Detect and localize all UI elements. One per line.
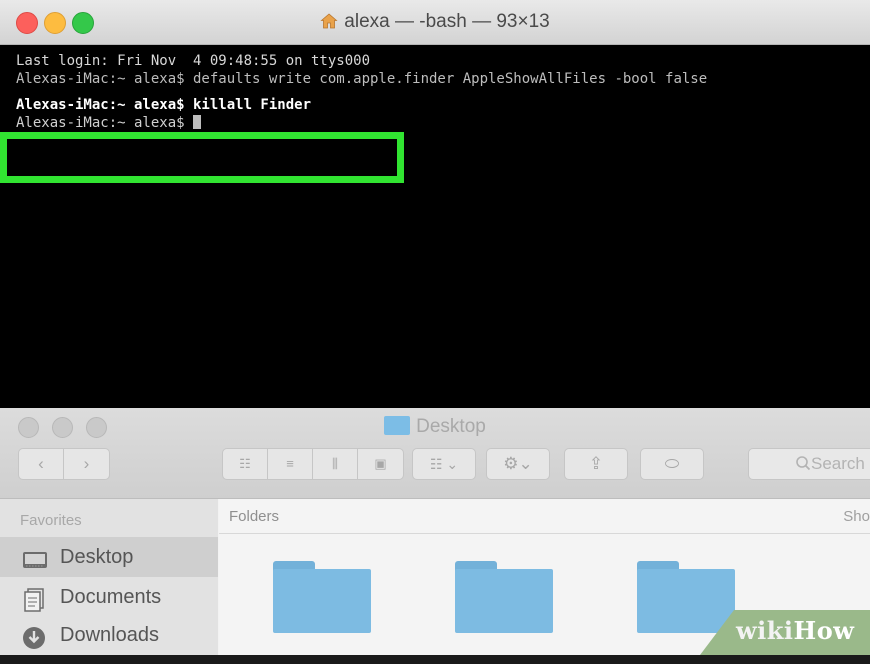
finder-title-text: Desktop: [416, 416, 486, 437]
finder-toolbar: Desktop ‹ › ☷ ≡ ⫼ ▣ ☷ ⌄ ⚙⌄ ⇪ ⬭ Search: [0, 408, 870, 499]
search-icon: [795, 449, 811, 479]
finder-title: Desktop: [0, 416, 870, 438]
columns-icon: ⫼: [332, 456, 338, 471]
terminal-window[interactable]: alexa — -bash — 93×13 Last login: Fri No…: [0, 0, 870, 408]
terminal-line-command: Alexas-iMac:~ alexa$ killall Finder: [16, 97, 312, 113]
sidebar-item-documents[interactable]: Documents: [0, 577, 218, 617]
search-placeholder: Search: [811, 454, 865, 473]
finder-sidebar: Favorites Desktop Documents Downloads: [0, 499, 218, 655]
coverflow-icon: ▣: [374, 456, 387, 471]
highlight-box: [0, 132, 404, 183]
downloads-icon: [22, 624, 48, 649]
terminal-line: Last login: Fri Nov 4 09:48:55 on ttys00…: [16, 53, 371, 69]
search-input[interactable]: Search: [748, 448, 870, 480]
sidebar-item-downloads[interactable]: Downloads: [0, 615, 218, 655]
share-button[interactable]: ⇪: [564, 448, 628, 480]
column-view-button[interactable]: ⫼: [313, 449, 358, 479]
grid-icon: ☷: [239, 456, 251, 471]
terminal-titlebar[interactable]: alexa — -bash — 93×13: [0, 0, 870, 45]
chevron-left-icon: ‹: [38, 454, 44, 473]
terminal-line: Alexas-iMac:~ alexa$ defaults write com.…: [16, 71, 708, 87]
home-icon: [320, 12, 338, 36]
folder-item[interactable]: [637, 561, 735, 633]
text-cursor: [193, 115, 202, 129]
back-forward-buttons: ‹ ›: [18, 448, 110, 480]
icon-view-button[interactable]: ☷: [223, 449, 268, 479]
sidebar-heading: Favorites: [20, 512, 82, 529]
terminal-title-text: alexa — -bash — 93×13: [344, 11, 550, 32]
folder-icon: [384, 416, 411, 435]
arrange-button[interactable]: ☷ ⌄: [412, 448, 476, 480]
share-icon: ⇪: [588, 454, 604, 473]
sidebar-item-desktop[interactable]: Desktop: [0, 537, 218, 577]
terminal-prompt: Alexas-iMac:~ alexa$: [16, 115, 194, 131]
list-view-button[interactable]: ≡: [268, 449, 313, 479]
wikihow-watermark: wikiHow: [736, 616, 855, 645]
gear-icon: ⚙⌄: [503, 454, 533, 473]
arrange-icon: ☷ ⌄: [429, 456, 459, 472]
terminal-title: alexa — -bash — 93×13: [0, 11, 870, 36]
chevron-right-icon: ›: [83, 454, 90, 473]
coverflow-view-button[interactable]: ▣: [358, 449, 403, 479]
show-toggle[interactable]: Sho: [843, 508, 870, 525]
view-mode-control: ☷ ≡ ⫼ ▣: [222, 448, 404, 480]
documents-icon: [22, 586, 48, 612]
desktop-icon: [22, 546, 48, 568]
folder-item[interactable]: [455, 561, 553, 633]
tags-button[interactable]: ⬭: [640, 448, 704, 480]
section-label: Folders: [229, 508, 280, 525]
folder-item[interactable]: [273, 561, 371, 633]
terminal-output[interactable]: Last login: Fri Nov 4 09:48:55 on ttys00…: [0, 44, 870, 408]
tag-icon: ⬭: [664, 454, 680, 473]
sidebar-item-label: Desktop: [60, 546, 134, 568]
forward-button[interactable]: ›: [64, 449, 109, 479]
sidebar-item-label: Documents: [60, 586, 162, 608]
terminal-prompt-line[interactable]: Alexas-iMac:~ alexa$: [16, 114, 202, 132]
sidebar-item-label: Downloads: [60, 624, 159, 646]
action-button[interactable]: ⚙⌄: [486, 448, 550, 480]
section-header: Folders Sho: [219, 499, 870, 534]
back-button[interactable]: ‹: [19, 449, 64, 479]
list-icon: ≡: [286, 456, 294, 471]
